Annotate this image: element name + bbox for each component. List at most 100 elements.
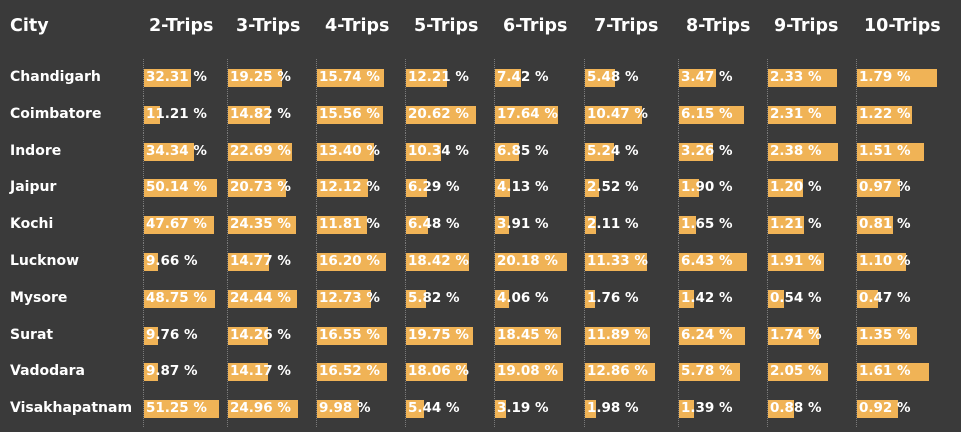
data-cell: 32.31 % bbox=[143, 59, 225, 96]
percentage-value: 1.20 % bbox=[770, 179, 822, 196]
percentage-value: 1.76 % bbox=[587, 289, 639, 306]
percentage-value: 24.44 % bbox=[230, 289, 291, 306]
percentage-value: 47.67 % bbox=[146, 216, 207, 233]
column-header-2-trips[interactable]: 2-Trips bbox=[149, 8, 213, 44]
column-header-4-trips[interactable]: 4-Trips bbox=[325, 8, 389, 44]
percentage-value: 18.42 % bbox=[408, 253, 469, 269]
percentage-value: 1.35 % bbox=[859, 326, 911, 343]
data-cell: 0.88 % bbox=[767, 390, 849, 428]
percentage-value: 51.25 % bbox=[146, 400, 207, 417]
data-cell: 1.90 % bbox=[678, 169, 760, 207]
data-cell: 4.13 % bbox=[494, 169, 576, 207]
data-cell: 16.55 % bbox=[316, 316, 398, 354]
percentage-value: 24.35 % bbox=[230, 216, 291, 233]
data-cell: 3.19 % bbox=[494, 390, 576, 428]
data-cell: 9.87 % bbox=[143, 353, 225, 391]
percentage-value: 14.82 % bbox=[230, 105, 291, 122]
percentage-value: 9.66 % bbox=[146, 253, 198, 269]
percentage-value: 1.21 % bbox=[770, 216, 822, 233]
percentage-value: 6.48 % bbox=[408, 216, 460, 233]
percentage-value: 1.90 % bbox=[681, 179, 733, 196]
percentage-value: 1.74 % bbox=[770, 326, 822, 343]
data-cell: 0.97 % bbox=[856, 169, 938, 207]
data-cell: 10.47 % bbox=[584, 95, 666, 133]
percentage-value: 9.76 % bbox=[146, 326, 198, 343]
data-cell: 1.98 % bbox=[584, 390, 666, 428]
percentage-value: 22.69 % bbox=[230, 142, 291, 159]
data-cell: 2.38 % bbox=[767, 132, 849, 170]
city-label: Surat bbox=[10, 326, 54, 343]
column-header-10-trips[interactable]: 10-Trips bbox=[864, 8, 941, 44]
percentage-value: 16.55 % bbox=[319, 326, 380, 343]
data-cell: 24.35 % bbox=[227, 206, 309, 244]
city-label: Vadodara bbox=[10, 363, 85, 380]
data-cell: 5.44 % bbox=[405, 390, 487, 428]
data-cell: 6.48 % bbox=[405, 206, 487, 244]
data-cell: 47.67 % bbox=[143, 206, 225, 244]
city-label: Visakhapatnam bbox=[10, 400, 133, 417]
data-cell: 1.20 % bbox=[767, 169, 849, 207]
percentage-value: 2.31 % bbox=[770, 105, 822, 122]
data-cell: 50.14 % bbox=[143, 169, 225, 207]
percentage-value: 5.78 % bbox=[681, 363, 733, 380]
data-cell: 6.85 % bbox=[494, 132, 576, 170]
data-cell: 5.82 % bbox=[405, 279, 487, 317]
data-cell: 11.81 % bbox=[316, 206, 398, 244]
column-header-city[interactable]: City bbox=[10, 8, 49, 44]
data-cell: 12.86 % bbox=[584, 353, 666, 391]
percentage-value: 1.39 % bbox=[681, 400, 733, 417]
data-cell: 1.91 % bbox=[767, 243, 849, 280]
city-label: Mysore bbox=[10, 289, 68, 306]
data-cell: 15.74 % bbox=[316, 59, 398, 96]
percentage-value: 15.74 % bbox=[319, 69, 380, 85]
data-cell: 19.75 % bbox=[405, 316, 487, 354]
percentage-value: 15.56 % bbox=[319, 105, 380, 122]
city-label: Kochi bbox=[10, 216, 54, 233]
column-header-9-trips[interactable]: 9-Trips bbox=[774, 8, 838, 44]
percentage-value: 11.33 % bbox=[587, 253, 648, 269]
data-cell: 1.39 % bbox=[678, 390, 760, 428]
column-header-8-trips[interactable]: 8-Trips bbox=[686, 8, 750, 44]
percentage-value: 11.81 % bbox=[319, 216, 380, 233]
percentage-value: 2.52 % bbox=[587, 179, 639, 196]
percentage-value: 0.97 % bbox=[859, 179, 911, 196]
data-cell: 2.33 % bbox=[767, 59, 849, 96]
city-label: Jaipur bbox=[10, 179, 57, 196]
data-cell: 20.73 % bbox=[227, 169, 309, 207]
column-header-5-trips[interactable]: 5-Trips bbox=[414, 8, 478, 44]
percentage-value: 12.21 % bbox=[408, 69, 469, 85]
percentage-value: 18.45 % bbox=[497, 326, 558, 343]
percentage-value: 32.31 % bbox=[146, 69, 207, 85]
column-header-7-trips[interactable]: 7-Trips bbox=[594, 8, 658, 44]
percentage-value: 4.06 % bbox=[497, 289, 549, 306]
data-cell: 2.31 % bbox=[767, 95, 849, 133]
data-cell: 1.79 % bbox=[856, 59, 938, 96]
column-header-6-trips[interactable]: 6-Trips bbox=[503, 8, 567, 44]
percentage-value: 5.82 % bbox=[408, 289, 460, 306]
data-cell: 1.51 % bbox=[856, 132, 938, 170]
city-label: Chandigarh bbox=[10, 69, 101, 85]
data-cell: 12.12 % bbox=[316, 169, 398, 207]
percentage-value: 19.25 % bbox=[230, 69, 291, 85]
percentage-value: 1.79 % bbox=[859, 69, 911, 85]
percentage-value: 24.96 % bbox=[230, 400, 291, 417]
data-cell: 9.98 % bbox=[316, 390, 398, 428]
data-cell: 14.17 % bbox=[227, 353, 309, 391]
city-label: Indore bbox=[10, 142, 62, 159]
column-header-3-trips[interactable]: 3-Trips bbox=[236, 8, 300, 44]
data-cell: 16.52 % bbox=[316, 353, 398, 391]
percentage-value: 13.40 % bbox=[319, 142, 380, 159]
data-cell: 1.76 % bbox=[584, 279, 666, 317]
percentage-value: 2.33 % bbox=[770, 69, 822, 85]
data-cell: 19.25 % bbox=[227, 59, 309, 96]
data-cell: 1.74 % bbox=[767, 316, 849, 354]
percentage-value: 2.11 % bbox=[587, 216, 639, 233]
data-cell: 1.21 % bbox=[767, 206, 849, 244]
data-cell: 3.91 % bbox=[494, 206, 576, 244]
table-row: Surat 9.76 % 14.26 % 16.55 % 19.75 % 18.45 % 1… bbox=[0, 316, 961, 354]
percentage-value: 0.47 % bbox=[859, 289, 911, 306]
percentage-value: 14.17 % bbox=[230, 363, 291, 380]
percentage-value: 18.06 % bbox=[408, 363, 469, 380]
percentage-value: 14.77 % bbox=[230, 253, 291, 269]
data-cell: 9.76 % bbox=[143, 316, 225, 354]
